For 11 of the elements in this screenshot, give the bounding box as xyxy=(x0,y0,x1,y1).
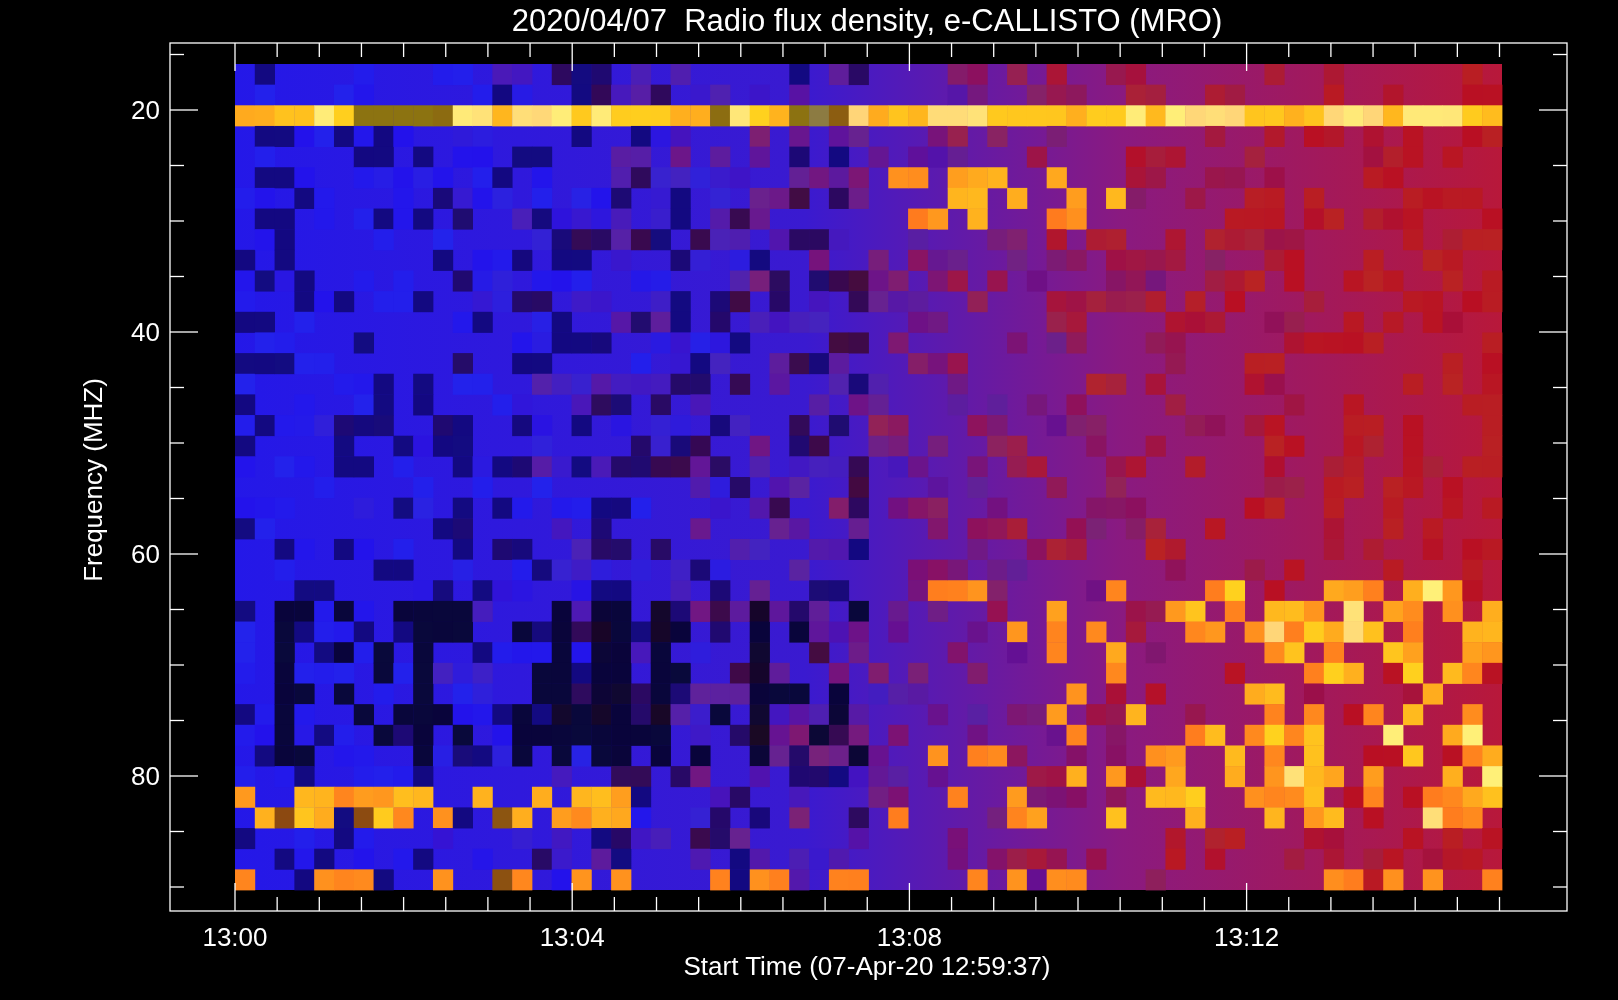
y-axis-label: Frequency (MHZ) xyxy=(78,378,108,582)
chart-title: 2020/04/07 Radio flux density, e-CALLISTO (MRO) xyxy=(511,3,1223,38)
y-tick-label: 80 xyxy=(131,761,160,791)
x-tick-label: 13:04 xyxy=(539,922,605,952)
x-axis-label: Start Time (07-Apr-20 12:59:37) xyxy=(683,951,1051,981)
y-tick-label: 40 xyxy=(131,317,160,347)
x-tick-label: 13:12 xyxy=(1214,922,1280,952)
y-tick-label: 60 xyxy=(131,539,160,569)
y-tick-label: 20 xyxy=(131,95,160,125)
x-tick-label: 13:08 xyxy=(876,922,942,952)
x-tick-label: 13:00 xyxy=(202,922,268,952)
